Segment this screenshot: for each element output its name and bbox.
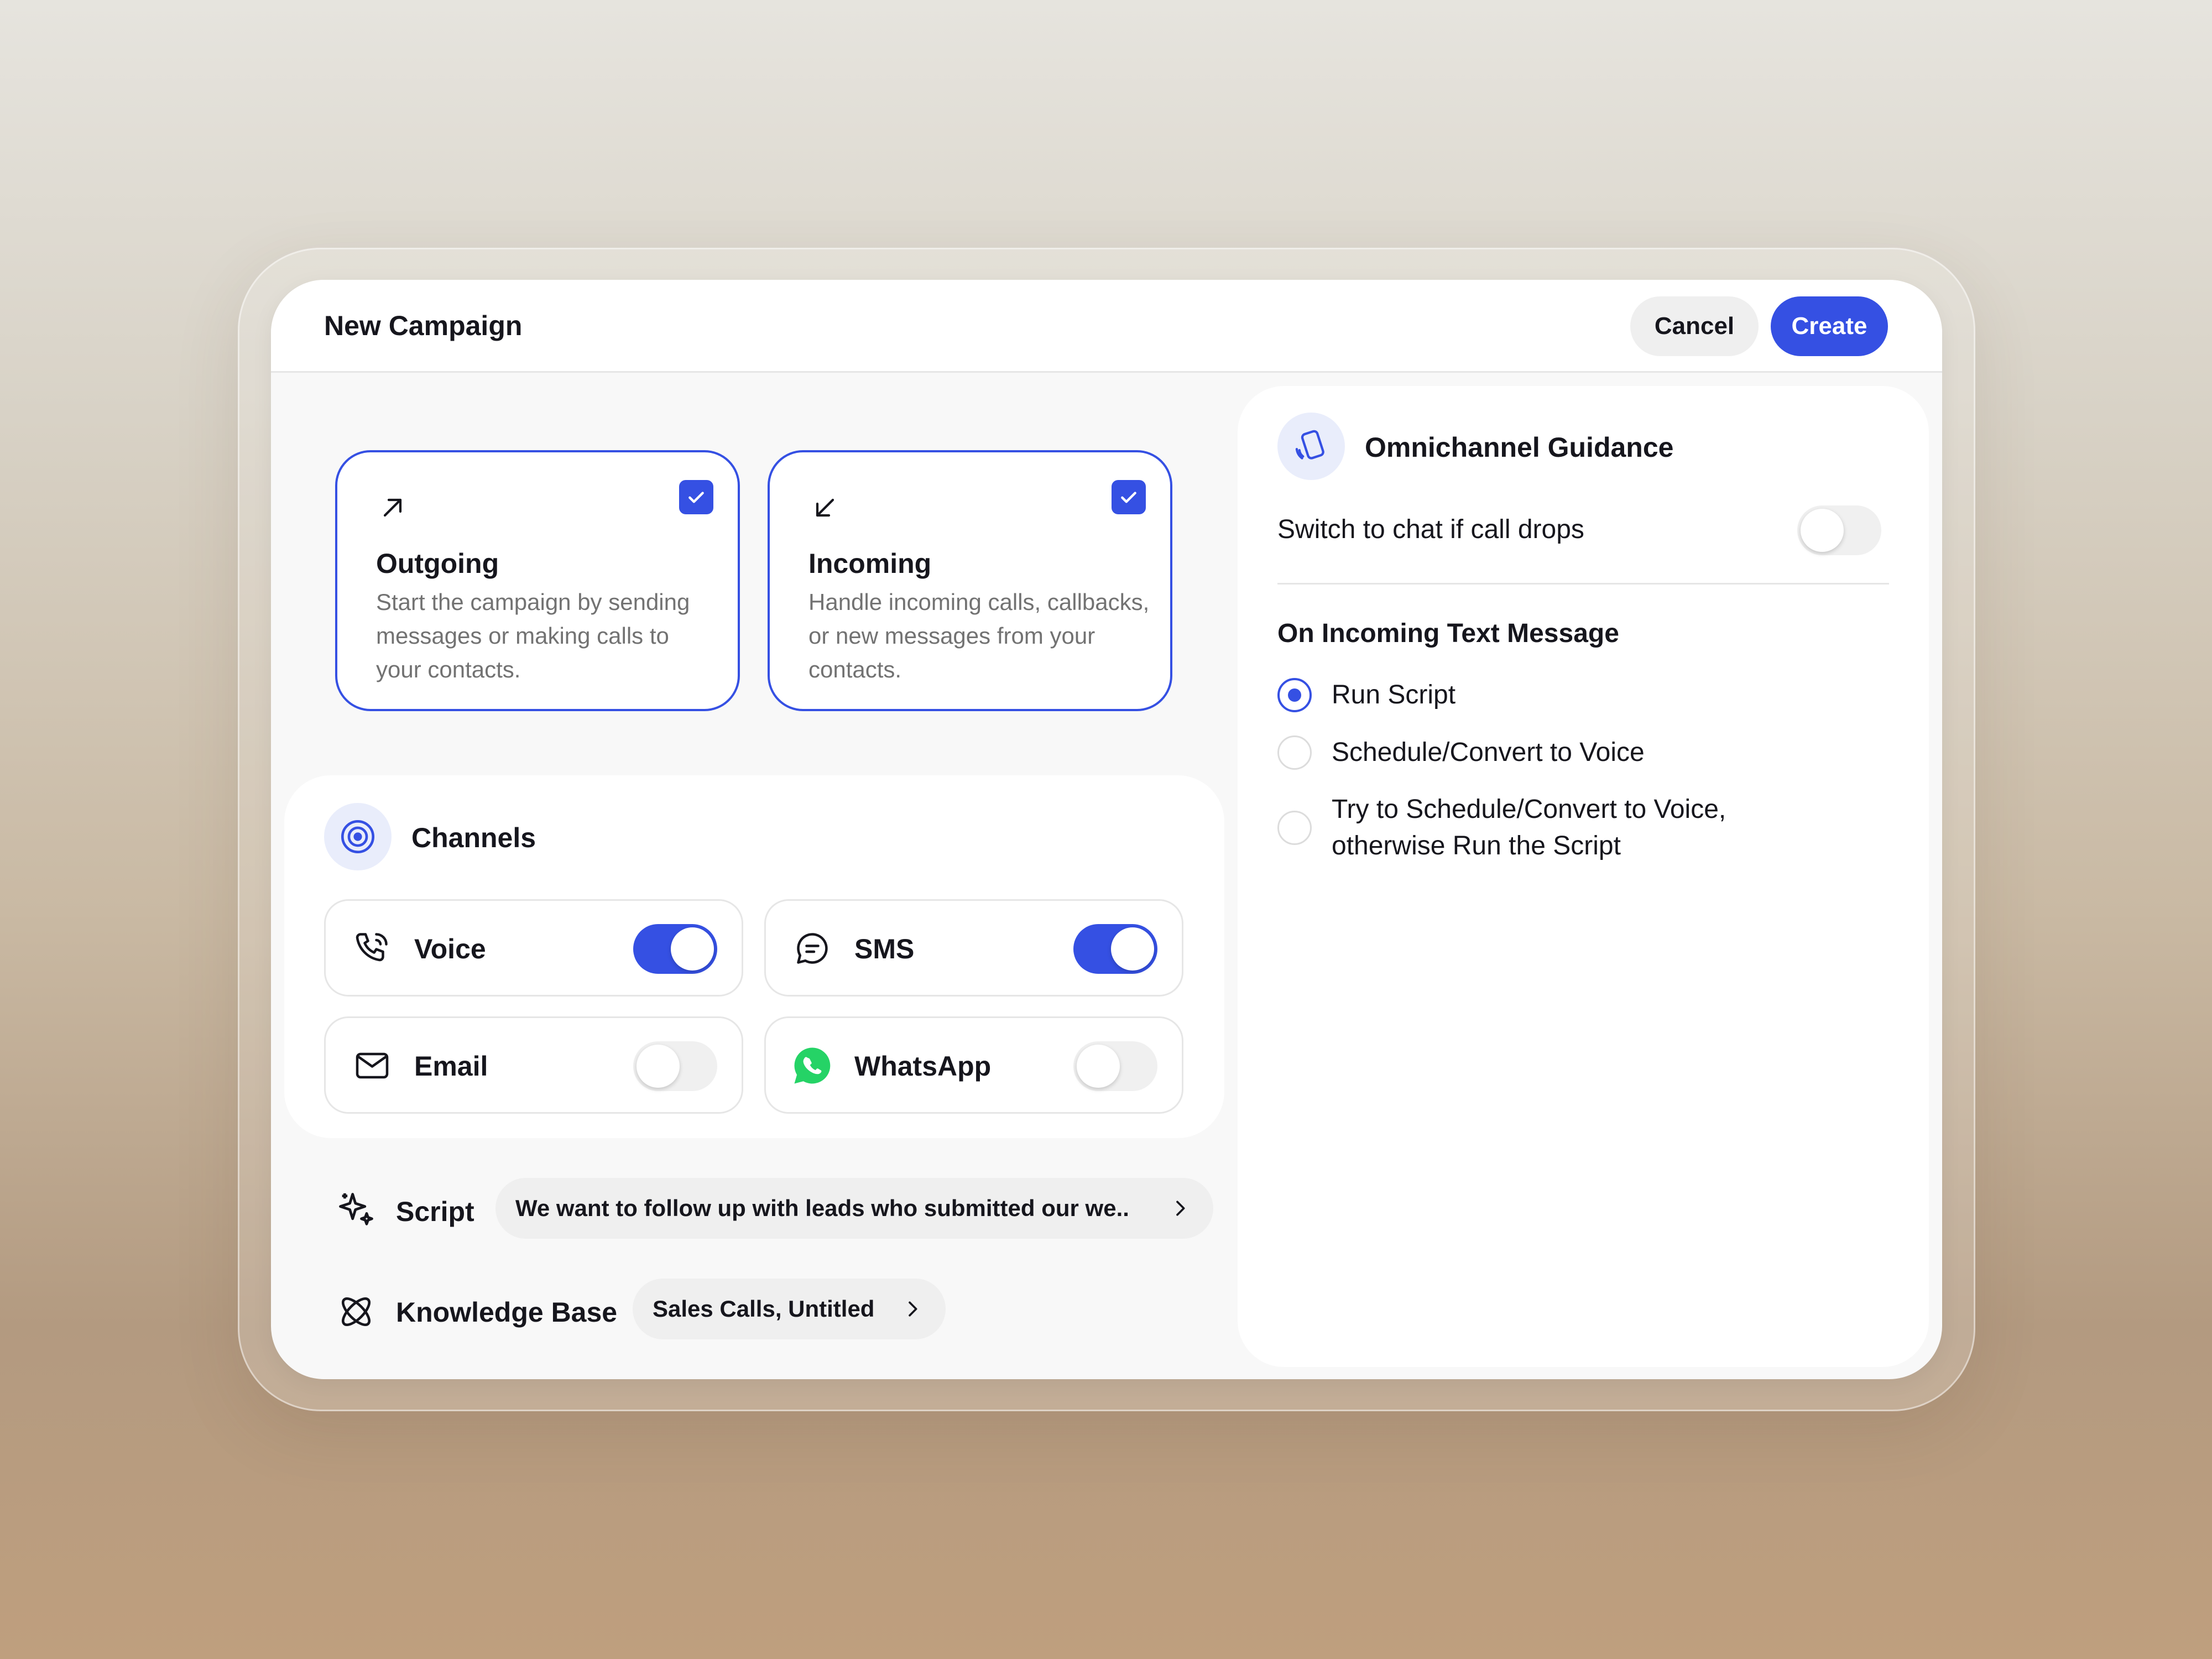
radio-run-script[interactable] bbox=[1277, 678, 1312, 712]
whatsapp-toggle[interactable] bbox=[1073, 1041, 1157, 1091]
channel-email: Email bbox=[324, 1016, 743, 1114]
toggle-knob bbox=[1801, 509, 1844, 552]
knowledge-base-label: Knowledge Base bbox=[396, 1297, 618, 1328]
knowledge-base-selector[interactable]: Sales Calls, Untitled bbox=[633, 1279, 946, 1339]
outgoing-card[interactable]: Outgoing Start the campaign by sending m… bbox=[335, 450, 740, 711]
toggle-knob bbox=[637, 1045, 680, 1088]
chevron-right-icon bbox=[901, 1298, 924, 1320]
chat-bubble-icon bbox=[790, 926, 834, 971]
radio-run-script-label[interactable]: Run Script bbox=[1332, 677, 1455, 713]
incoming-title: Incoming bbox=[808, 548, 932, 579]
radio-try-schedule-label[interactable]: Try to Schedule/Convert to Voice, otherw… bbox=[1332, 791, 1796, 864]
channel-sms-label: SMS bbox=[854, 933, 915, 964]
switch-chat-label: Switch to chat if call drops bbox=[1277, 515, 1584, 544]
radio-schedule-convert[interactable] bbox=[1277, 735, 1312, 770]
incoming-card[interactable]: Incoming Handle incoming calls, callback… bbox=[768, 450, 1172, 711]
phone-vibrate-icon bbox=[1277, 413, 1345, 480]
channels-title: Channels bbox=[411, 822, 536, 853]
radio-try-schedule[interactable] bbox=[1277, 811, 1312, 845]
toggle-knob bbox=[1111, 927, 1154, 971]
toggle-knob bbox=[671, 927, 714, 971]
mail-icon bbox=[350, 1044, 394, 1088]
channel-voice-label: Voice bbox=[414, 933, 486, 964]
sparkle-icon bbox=[334, 1188, 378, 1232]
omnichannel-panel: Omnichannel Guidance Switch to chat if c… bbox=[1238, 386, 1929, 1367]
switch-chat-toggle[interactable] bbox=[1797, 505, 1881, 555]
channel-whatsapp-label: WhatsApp bbox=[854, 1051, 992, 1082]
dialog-header: New Campaign Cancel Create bbox=[271, 280, 1942, 373]
channel-voice: Voice bbox=[324, 899, 743, 997]
create-button[interactable]: Create bbox=[1771, 296, 1888, 356]
new-campaign-dialog: New Campaign Cancel Create Outgoing Star… bbox=[271, 280, 1942, 1379]
page-title: New Campaign bbox=[324, 310, 523, 341]
knowledge-base-value: Sales Calls, Untitled bbox=[653, 1296, 875, 1322]
incoming-description: Handle incoming calls, callbacks, or new… bbox=[808, 589, 1150, 682]
divider bbox=[1277, 583, 1889, 585]
target-icon bbox=[324, 803, 392, 870]
channel-whatsapp: WhatsApp bbox=[764, 1016, 1183, 1114]
voice-toggle[interactable] bbox=[633, 924, 717, 974]
script-value: We want to follow up with leads who subm… bbox=[515, 1195, 1129, 1221]
incoming-checkbox[interactable] bbox=[1112, 480, 1146, 514]
radio-schedule-convert-label[interactable]: Schedule/Convert to Voice bbox=[1332, 734, 1645, 771]
arrow-up-right-icon bbox=[377, 492, 408, 523]
channel-sms: SMS bbox=[764, 899, 1183, 997]
channels-panel: Channels Voice SMS Email WhatsApp bbox=[284, 775, 1224, 1138]
cancel-button[interactable]: Cancel bbox=[1630, 296, 1759, 356]
channel-email-label: Email bbox=[414, 1051, 488, 1082]
chevron-right-icon bbox=[1169, 1197, 1191, 1219]
arrow-down-left-icon bbox=[810, 492, 841, 523]
script-label: Script bbox=[396, 1196, 474, 1227]
outgoing-title: Outgoing bbox=[376, 548, 499, 579]
toggle-knob bbox=[1077, 1045, 1120, 1088]
phone-icon bbox=[350, 926, 394, 971]
outgoing-checkbox[interactable] bbox=[679, 480, 713, 514]
sms-toggle[interactable] bbox=[1073, 924, 1157, 974]
incoming-text-section-title: On Incoming Text Message bbox=[1277, 619, 1619, 648]
script-selector[interactable]: We want to follow up with leads who subm… bbox=[495, 1178, 1213, 1239]
whatsapp-icon bbox=[790, 1044, 834, 1088]
omnichannel-title: Omnichannel Guidance bbox=[1365, 432, 1674, 463]
email-toggle[interactable] bbox=[633, 1041, 717, 1091]
outgoing-description: Start the campaign by sending messages o… bbox=[376, 589, 690, 682]
atom-icon bbox=[334, 1290, 378, 1334]
